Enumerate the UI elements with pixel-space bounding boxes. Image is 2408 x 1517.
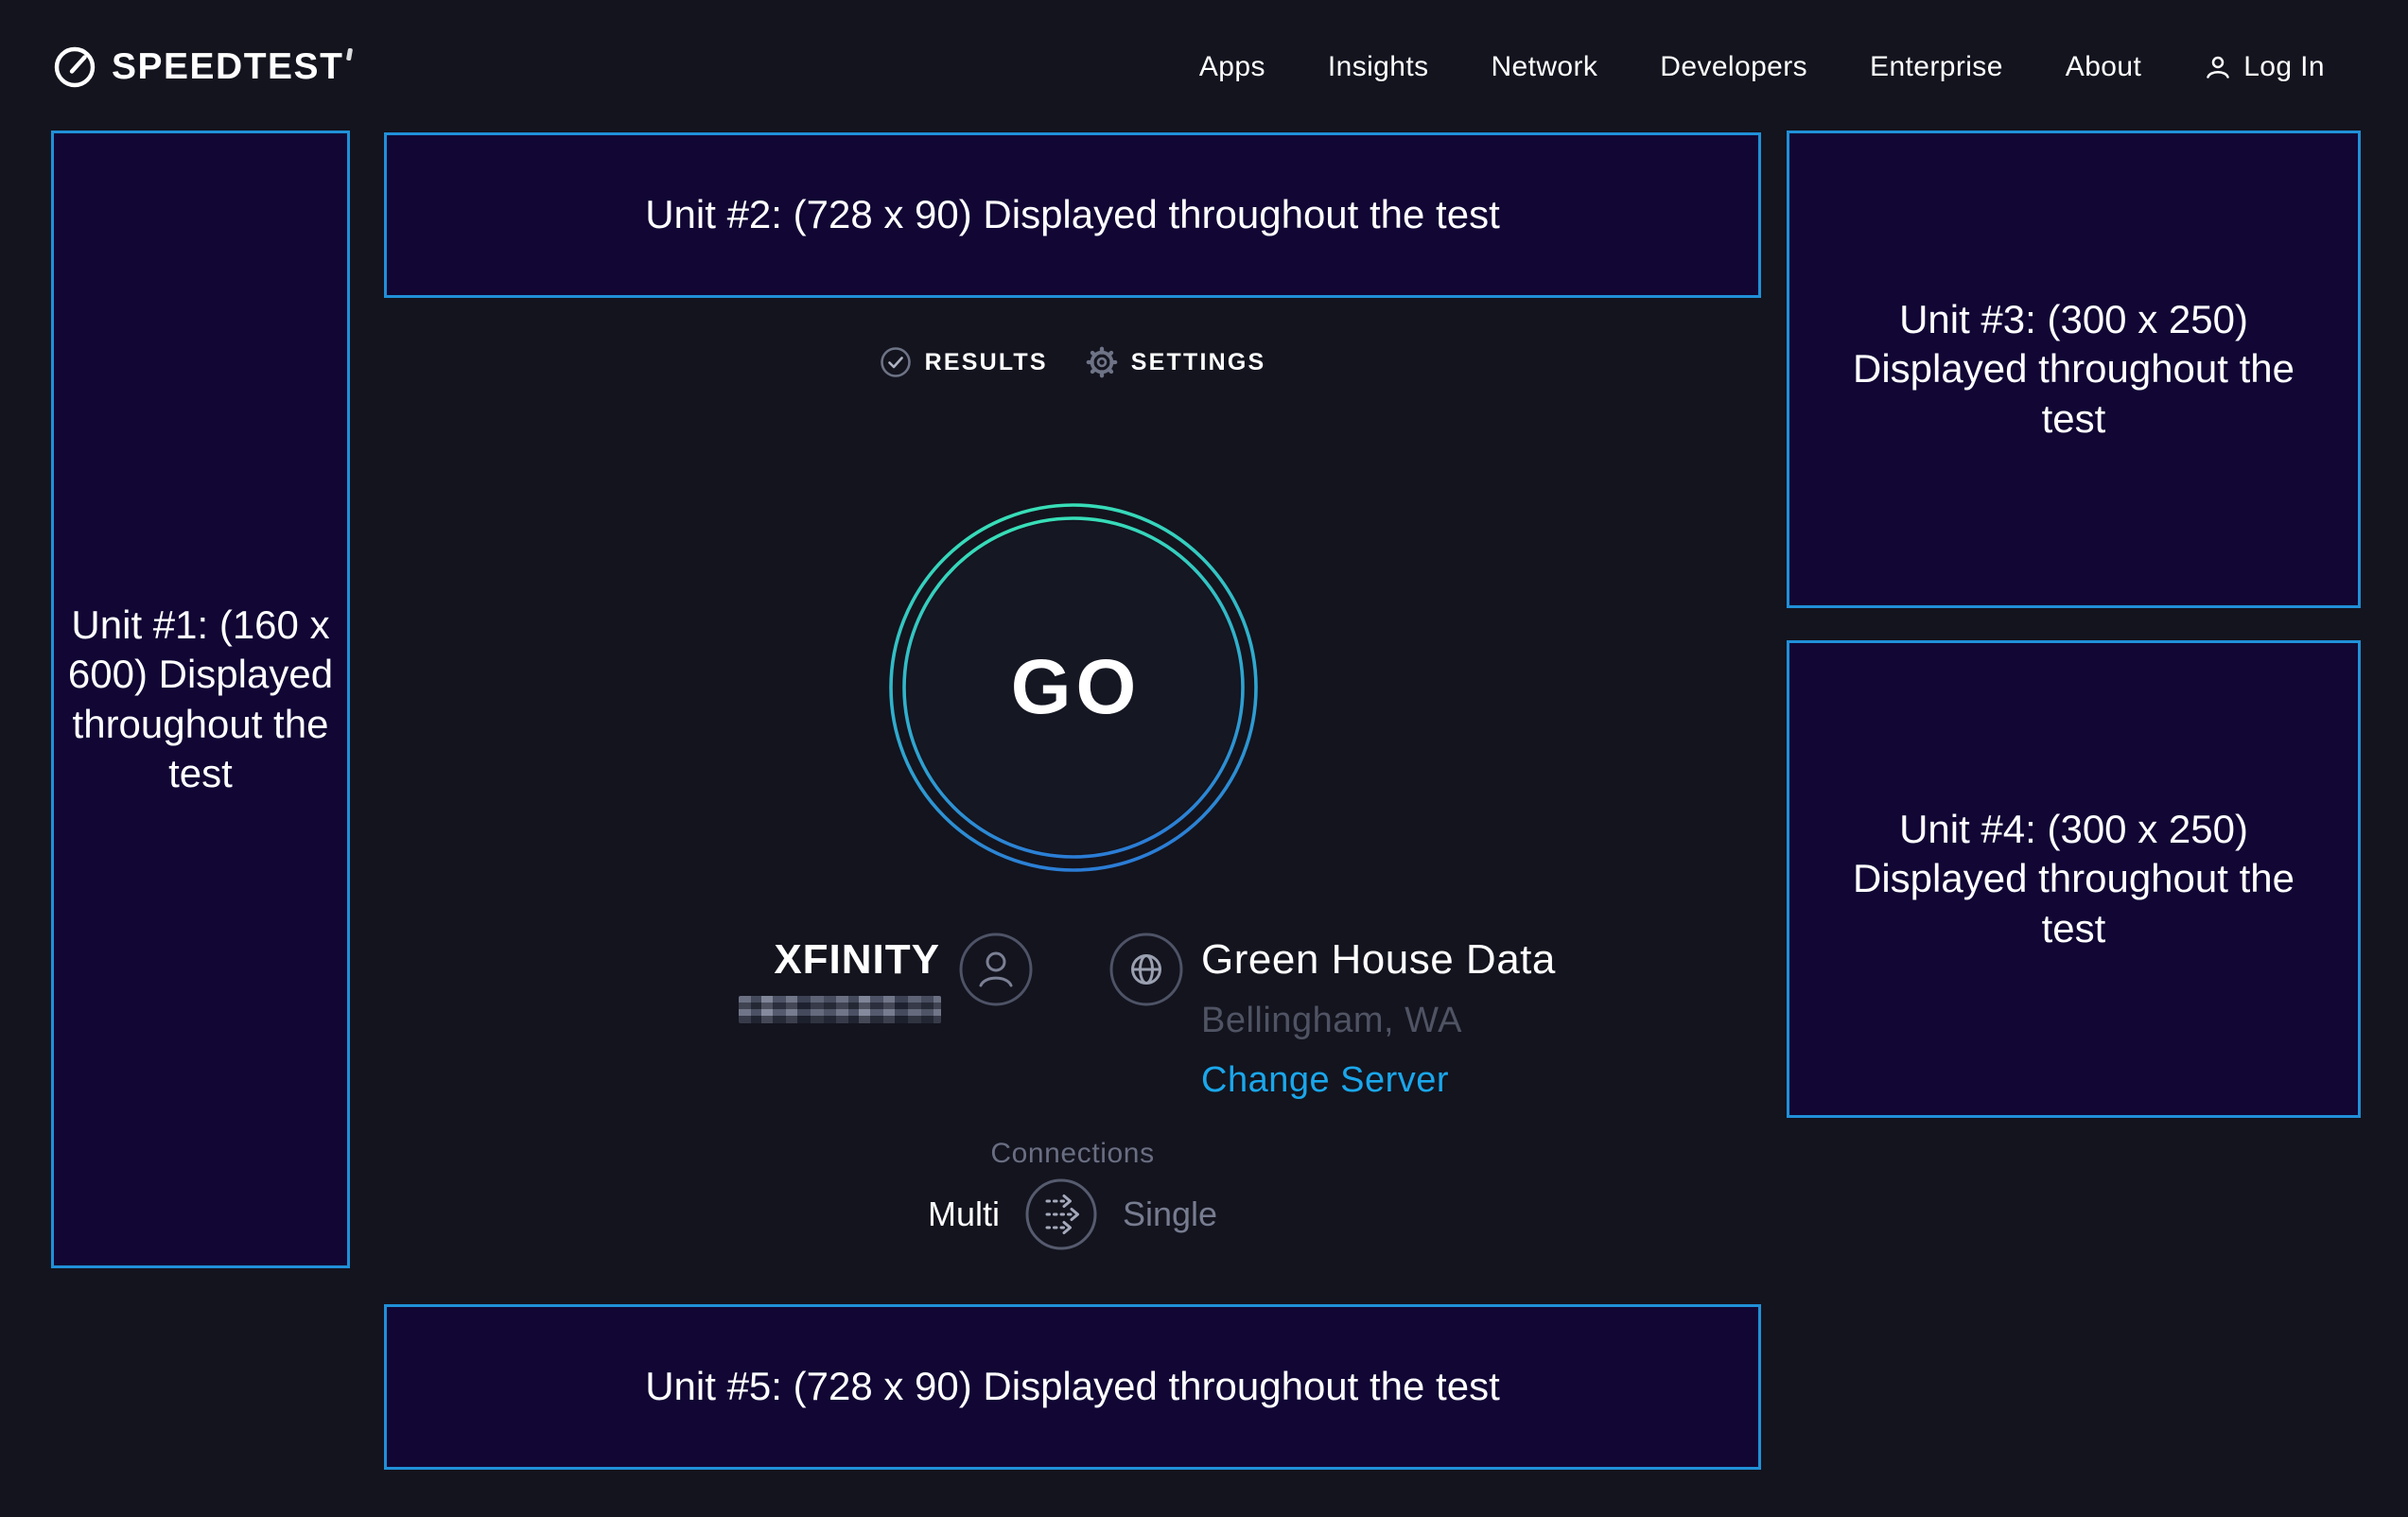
connections-label: Connections bbox=[384, 1138, 1761, 1170]
ad-unit-3-text: Unit #3: (300 x 250) Displayed throughou… bbox=[1823, 295, 2325, 445]
ad-unit-5-text: Unit #5: (728 x 90) Displayed throughout… bbox=[645, 1362, 1500, 1412]
change-server-link[interactable]: Change Server bbox=[1201, 1060, 1449, 1101]
main-nav: Apps Insights Network Developers Enterpr… bbox=[1199, 51, 2325, 83]
login-label: Log In bbox=[2243, 51, 2325, 83]
logo-wordmark: SPEEDTEST bbox=[112, 46, 343, 88]
ad-unit-2-text: Unit #2: (728 x 90) Displayed throughout… bbox=[645, 190, 1500, 240]
connections-single-option[interactable]: Single bbox=[1123, 1194, 1217, 1234]
speedometer-gauge-icon bbox=[53, 45, 96, 89]
tab-settings-label: SETTINGS bbox=[1131, 349, 1266, 376]
tab-results-label: RESULTS bbox=[925, 349, 1048, 376]
top-nav-bar: SPEEDTEST Apps Insights Network Develope… bbox=[0, 0, 2408, 134]
server-location: Bellingham, WA bbox=[1201, 1001, 1556, 1041]
ad-unit-5-leaderboard[interactable]: Unit #5: (728 x 90) Displayed throughout… bbox=[384, 1304, 1761, 1470]
redacted-ip-blur bbox=[739, 996, 941, 1023]
ad-unit-1-text: Unit #1: (160 x 600) Displayed throughou… bbox=[59, 601, 342, 799]
check-circle-icon bbox=[880, 346, 912, 378]
tab-results[interactable]: RESULTS bbox=[880, 346, 1048, 378]
connections-toggle-button[interactable] bbox=[1024, 1177, 1098, 1251]
ad-unit-4-rectangle[interactable]: Unit #4: (300 x 250) Displayed throughou… bbox=[1787, 640, 2361, 1118]
globe-circle-icon bbox=[1108, 932, 1184, 1007]
nav-item-developers[interactable]: Developers bbox=[1660, 51, 1807, 83]
isp-name: XFINITY bbox=[628, 936, 940, 984]
gear-icon bbox=[1086, 346, 1118, 378]
go-button[interactable]: GO bbox=[888, 502, 1259, 873]
nav-item-about[interactable]: About bbox=[2066, 51, 2141, 83]
multi-arrows-icon bbox=[1024, 1177, 1098, 1251]
ad-unit-2-leaderboard[interactable]: Unit #2: (728 x 90) Displayed throughout… bbox=[384, 132, 1761, 298]
connections-multi-option[interactable]: Multi bbox=[928, 1194, 1000, 1234]
login-button[interactable]: Log In bbox=[2204, 51, 2325, 83]
nav-item-apps[interactable]: Apps bbox=[1199, 51, 1265, 83]
ad-unit-4-text: Unit #4: (300 x 250) Displayed throughou… bbox=[1823, 805, 2325, 954]
person-circle-icon bbox=[958, 932, 1034, 1007]
trademark-mark bbox=[346, 48, 353, 61]
ad-unit-1-skyscraper[interactable]: Unit #1: (160 x 600) Displayed throughou… bbox=[51, 131, 350, 1268]
results-settings-tabs: RESULTS SETTINGS bbox=[384, 346, 1761, 378]
nav-item-enterprise[interactable]: Enterprise bbox=[1870, 51, 2003, 83]
server-info: Green House Data Bellingham, WA Change S… bbox=[1201, 936, 1556, 1101]
speedtest-logo[interactable]: SPEEDTEST bbox=[53, 45, 352, 89]
connections-toggle-row: Multi Single bbox=[384, 1177, 1761, 1251]
tab-settings[interactable]: SETTINGS bbox=[1086, 346, 1266, 378]
person-icon bbox=[2204, 53, 2232, 81]
nav-item-insights[interactable]: Insights bbox=[1328, 51, 1429, 83]
ad-unit-3-rectangle[interactable]: Unit #3: (300 x 250) Displayed throughou… bbox=[1787, 131, 2361, 608]
server-name: Green House Data bbox=[1201, 936, 1556, 984]
go-button-label: GO bbox=[1006, 643, 1142, 732]
nav-item-network[interactable]: Network bbox=[1491, 51, 1597, 83]
